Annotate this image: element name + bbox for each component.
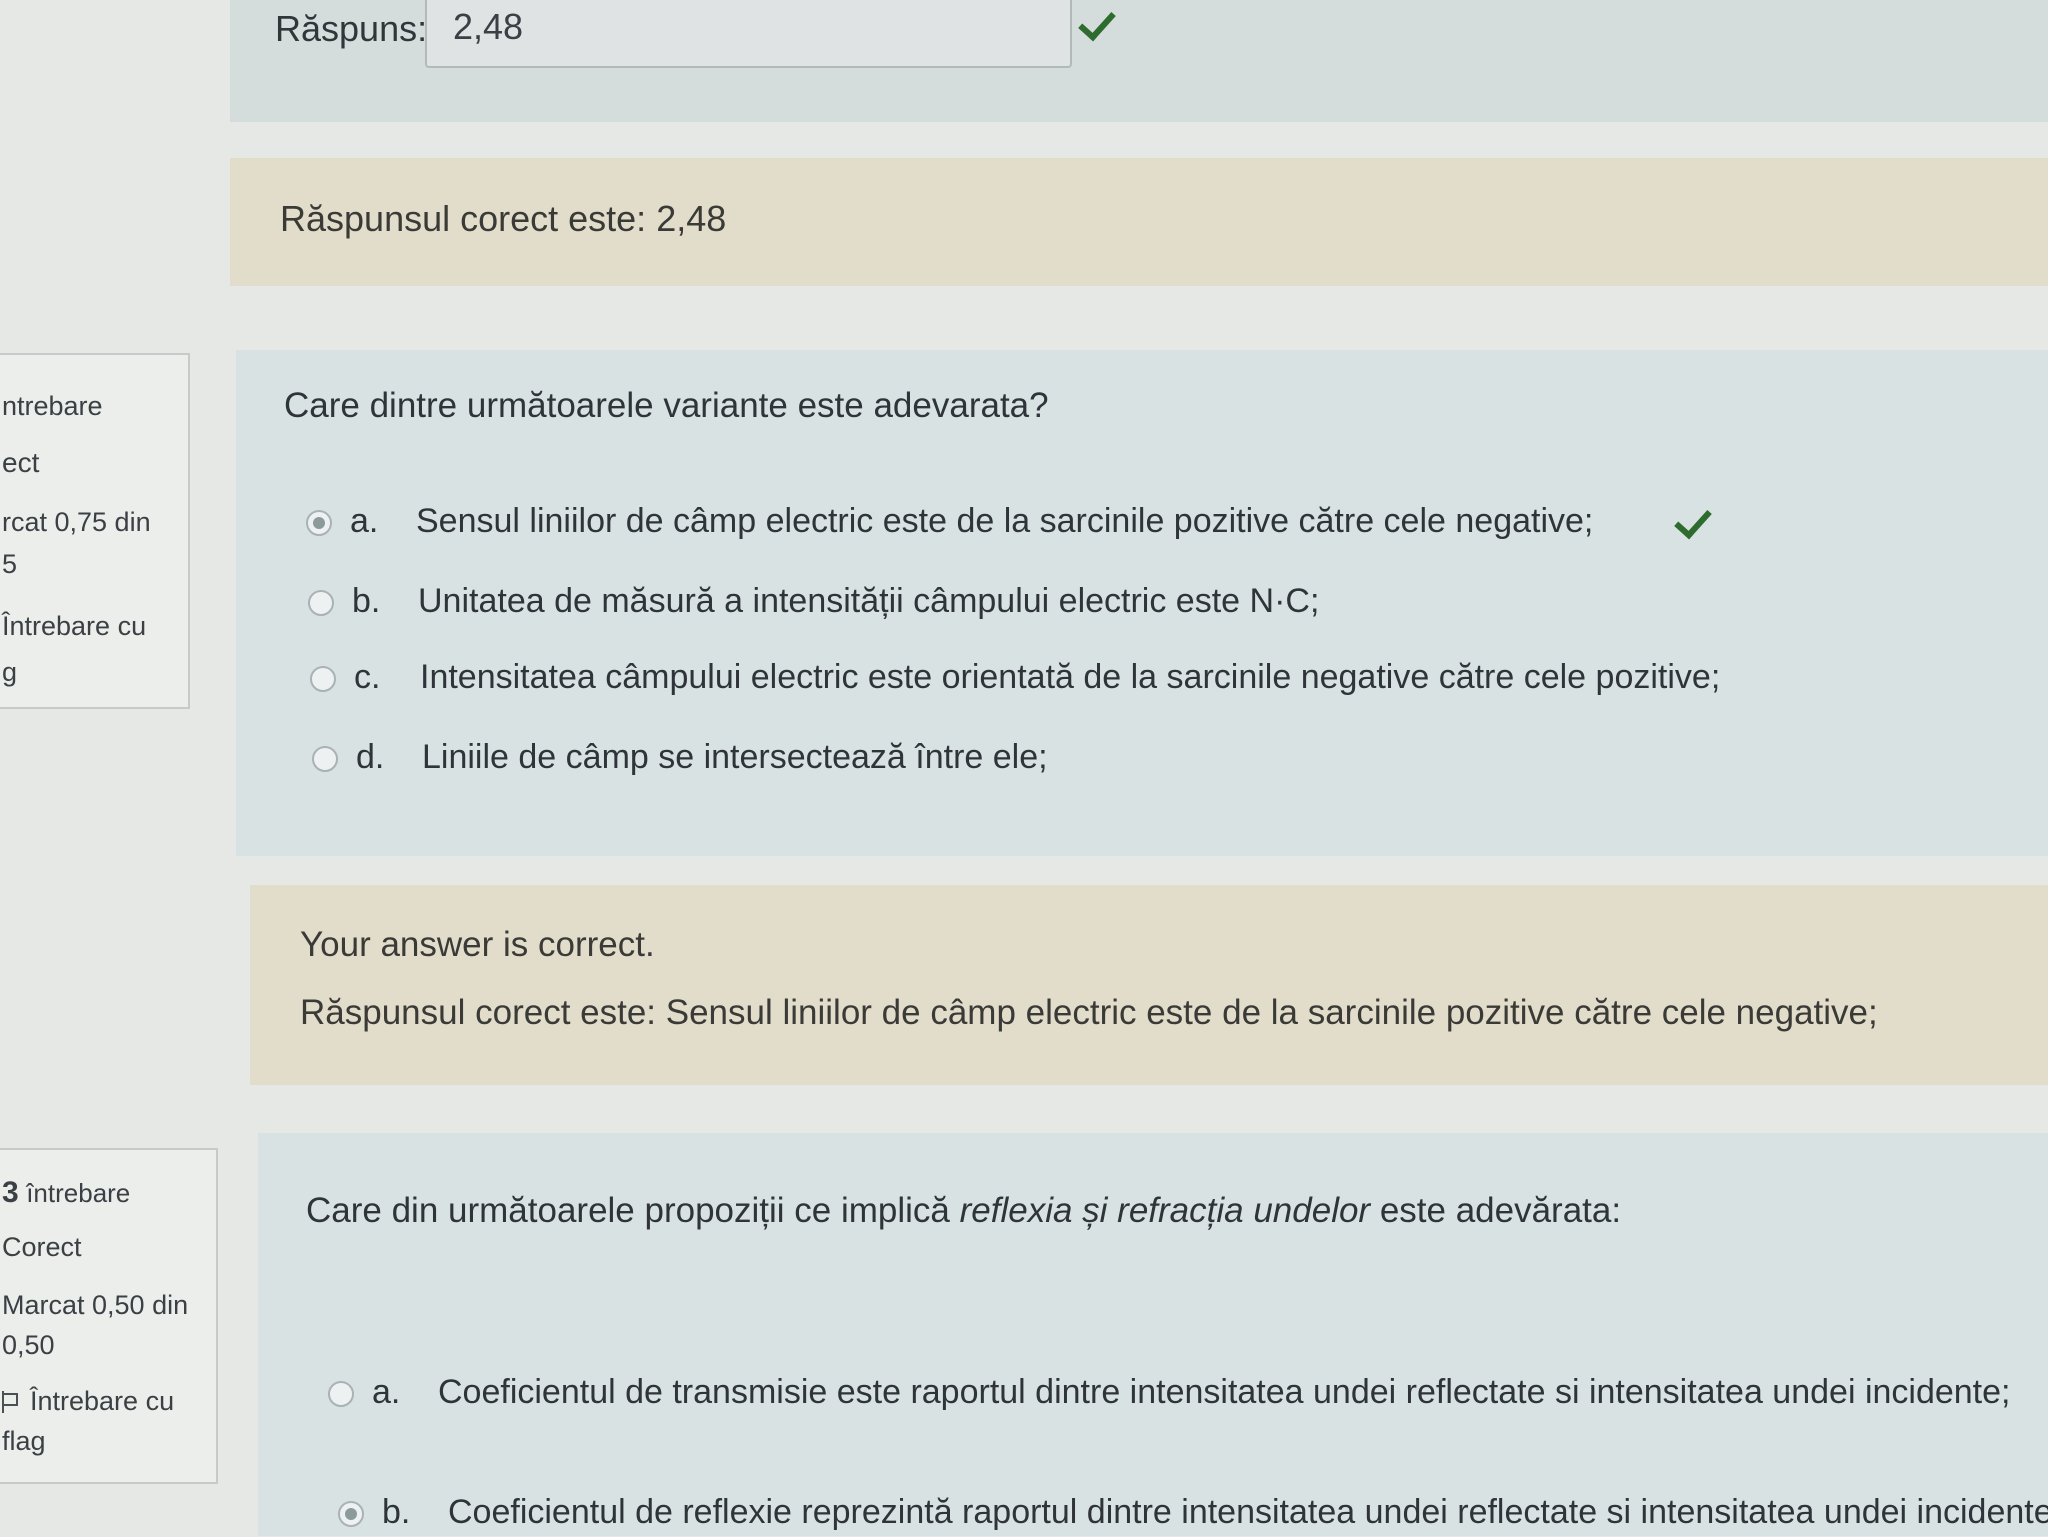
question-text: Care dintre următoarele variante este ad… (284, 386, 1049, 425)
option-text: Coeficientul de reflexie reprezintă rapo… (448, 1493, 2048, 1531)
question-info-panel: ntrebare ect rcat 0,75 din 5 Întrebare c… (0, 353, 190, 709)
question-info-panel: 3 întrebare Corect Marcat 0,50 din 0,50 … (0, 1148, 218, 1484)
option-text: Unitatea de măsură a intensității câmpul… (418, 582, 1320, 620)
question-mark-line1: rcat 0,75 din (2, 507, 151, 537)
option-letter: c. (354, 658, 381, 696)
option-text: Liniile de câmp se intersectează între e… (422, 738, 1048, 776)
check-icon (1078, 2, 1116, 42)
correct-answer-text: Răspunsul corect este: 2,48 (280, 198, 727, 239)
question-state: ect (2, 447, 40, 478)
feedback-status: Your answer is correct. (300, 925, 655, 964)
flag-link-text[interactable]: Întrebare cu (30, 1386, 174, 1416)
option-letter: a. (350, 502, 379, 540)
question-content-panel: Care din următoarele propoziții ce impli… (258, 1133, 2048, 1536)
question-number-value: 3 (2, 1176, 19, 1209)
option-letter: b. (352, 582, 381, 620)
option-text: Sensul liniilor de câmp electric este de… (416, 502, 1594, 540)
correct-answer-text: Răspunsul corect este: Sensul liniilor d… (300, 993, 1878, 1032)
option-text: Intensitatea câmpului electric este orie… (420, 658, 1721, 696)
option-letter: b. (382, 1493, 411, 1531)
question-text-emphasis: reflexia și refracția undelor (959, 1191, 1371, 1230)
radio-button[interactable] (308, 590, 334, 616)
flag-question-link-line2[interactable]: g (2, 657, 17, 688)
radio-button-selected[interactable] (306, 510, 332, 536)
question-number-label: ntrebare (2, 391, 103, 421)
answer-label: Răspuns: (275, 8, 428, 49)
previous-answer-panel: Răspuns: 2,48 (230, 0, 2048, 122)
question-mark-line2: 0,50 (2, 1330, 55, 1360)
question-state: Corect (2, 1232, 82, 1262)
option-letter: a. (372, 1373, 401, 1411)
question-content-panel: Care dintre următoarele variante este ad… (236, 350, 2048, 856)
option-text: Coeficientul de transmisie este raportul… (438, 1373, 2011, 1411)
question-number: 3 întrebare (2, 1176, 130, 1210)
question-text-end: este adevărata: (1370, 1191, 1622, 1230)
radio-button-selected[interactable] (338, 1501, 364, 1527)
flag-question-link[interactable]: Întrebare cu (2, 611, 146, 642)
question-mark-line2: 5 (2, 549, 18, 579)
radio-button[interactable] (312, 746, 338, 772)
radio-button[interactable] (310, 666, 336, 692)
radio-button[interactable] (328, 1381, 354, 1407)
question-mark-line1: Marcat 0,50 din (2, 1290, 189, 1320)
question-text-start: Care din următoarele propoziții ce impli… (306, 1191, 960, 1230)
answer-input[interactable]: 2,48 (425, 0, 1072, 68)
option-letter: d. (356, 738, 385, 776)
check-icon (1674, 500, 1712, 540)
flag-icon[interactable] (2, 1391, 20, 1413)
flag-question-link-line2[interactable]: flag (2, 1426, 46, 1457)
question-number-label: întrebare (26, 1178, 131, 1208)
question-text: Care din următoarele propoziții ce impli… (306, 1191, 1621, 1231)
flag-question-link[interactable]: Întrebare cu (2, 1386, 174, 1417)
question-feedback-panel: Your answer is correct. Răspunsul corect… (250, 885, 2048, 1085)
previous-feedback-panel: Răspunsul corect este: 2,48 (230, 158, 2048, 286)
